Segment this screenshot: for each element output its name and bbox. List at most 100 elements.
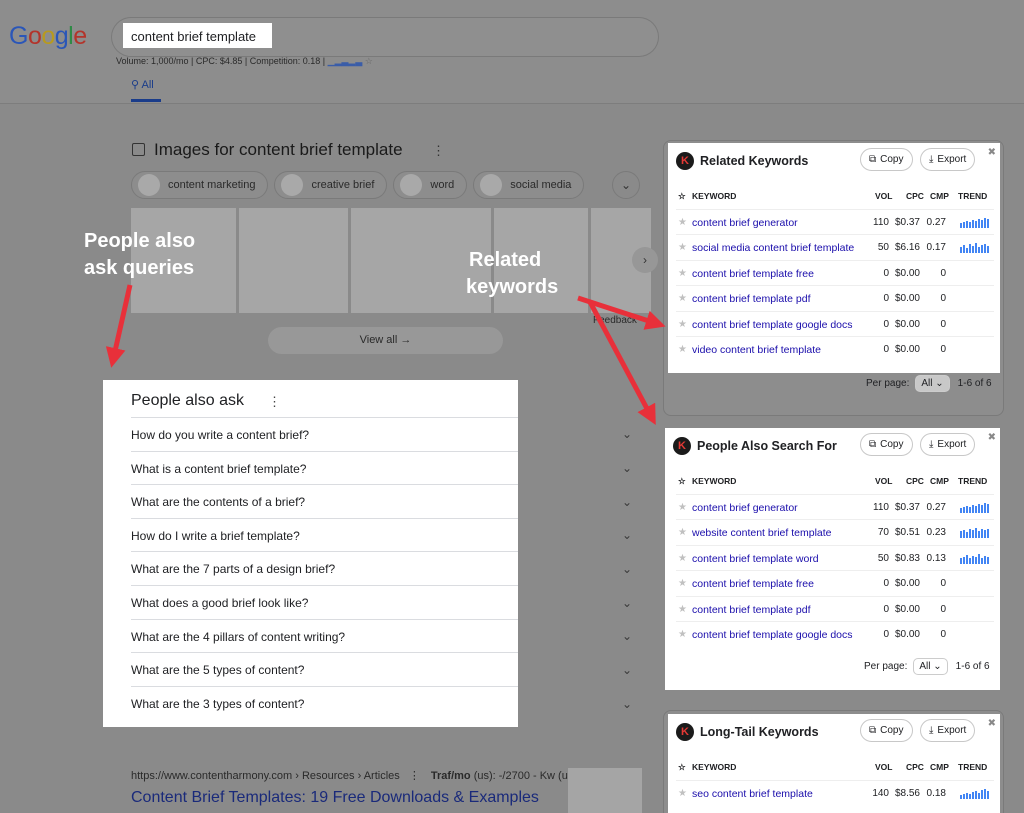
chevron-down-icon[interactable]: ⌄: [622, 596, 632, 610]
paa-question[interactable]: What does a good brief look like?: [131, 584, 518, 619]
copy-button[interactable]: ⧉ Copy: [860, 148, 913, 171]
chevron-down-icon[interactable]: ⌄: [622, 697, 632, 711]
keyword-link[interactable]: content brief template free: [692, 268, 814, 280]
paa-question[interactable]: What are the 7 parts of a design brief?: [131, 551, 518, 585]
export-button[interactable]: ⤓ Export: [920, 433, 976, 456]
keyword-cpc: $0.00: [894, 267, 920, 279]
annotation-line: keywords: [466, 276, 559, 298]
chevron-down-icon[interactable]: ⌄: [622, 528, 632, 542]
keyword-link[interactable]: social media content brief template: [692, 242, 854, 254]
per-page-label: Per page:: [864, 661, 908, 672]
keyword-link[interactable]: video content brief template: [692, 344, 821, 356]
keyword-link[interactable]: seo content brief template: [692, 788, 813, 800]
star-icon[interactable]: ★: [678, 242, 687, 253]
keyword-link[interactable]: content brief generator: [692, 502, 798, 514]
paa-question[interactable]: What are the 4 pillars of content writin…: [131, 618, 518, 653]
paa-question[interactable]: How do you write a content brief?: [131, 417, 518, 451]
chip-social-media[interactable]: social media: [473, 171, 585, 199]
google-logo[interactable]: Google: [9, 22, 87, 51]
keyword-link[interactable]: content brief generator: [692, 217, 798, 229]
images-more-icon[interactable]: ⋮: [432, 143, 445, 159]
star-icon[interactable]: ★: [678, 553, 687, 564]
result-more-icon[interactable]: ⋮: [409, 770, 420, 782]
chip-content-marketing[interactable]: content marketing: [131, 171, 269, 199]
keyword-cmp: 0.13: [926, 552, 946, 564]
star-icon[interactable]: ★: [678, 293, 687, 304]
trend-bar: [987, 504, 989, 513]
trend-chart: [960, 320, 990, 330]
copy-button[interactable]: ⧉ Copy: [860, 433, 913, 456]
trend-bar: [978, 247, 980, 254]
image-icon: [132, 143, 145, 156]
result-thumbnail[interactable]: [568, 768, 642, 813]
keyword-link[interactable]: content brief template google docs: [692, 629, 853, 641]
per-page-select[interactable]: All ⌄: [915, 375, 950, 392]
trend-bar: [966, 506, 968, 513]
tab-all[interactable]: ⚲ All: [131, 78, 154, 91]
keyword-cpc: $0.00: [894, 318, 920, 330]
chips-chevron-down-icon[interactable]: ⌄: [612, 171, 640, 199]
pagination: Per page: All ⌄ 1-6 of 6: [866, 375, 992, 392]
chevron-down-icon[interactable]: ⌄: [622, 663, 632, 677]
star-icon[interactable]: ★: [678, 502, 687, 513]
keyword-volume: 140: [872, 788, 889, 799]
chevron-down-icon: ⌄: [933, 661, 942, 672]
close-icon[interactable]: ✖: [988, 718, 996, 729]
keyword-link[interactable]: content brief template google docs: [692, 319, 853, 331]
keyword-link[interactable]: content brief template word: [692, 553, 819, 565]
annotation-line: ask queries: [84, 257, 195, 279]
copy-button[interactable]: ⧉ Copy: [860, 719, 913, 742]
star-icon[interactable]: ★: [678, 578, 687, 589]
keyword-link[interactable]: content brief template pdf: [692, 604, 811, 616]
result-title-link[interactable]: Content Brief Templates: 19 Free Downloa…: [131, 789, 539, 807]
star-icon[interactable]: ★: [678, 268, 687, 279]
chevron-down-icon[interactable]: ⌄: [622, 461, 632, 475]
paa-question[interactable]: What are the 5 types of content?: [131, 652, 518, 686]
keyword-link[interactable]: website content brief template: [692, 527, 832, 539]
chevron-down-icon[interactable]: ⌄: [622, 495, 632, 509]
paa-question[interactable]: What are the 3 types of content?: [131, 685, 518, 720]
star-icon[interactable]: ★: [678, 527, 687, 538]
copy-icon: ⧉: [869, 725, 877, 736]
chip-word[interactable]: word: [393, 171, 468, 199]
image-thumbnail[interactable]: [238, 208, 349, 313]
keyword-link[interactable]: content brief template pdf: [692, 293, 811, 305]
star-icon[interactable]: ☆: [365, 56, 373, 66]
star-icon[interactable]: ★: [678, 604, 687, 615]
star-icon[interactable]: ★: [678, 629, 687, 640]
col-trend: TREND: [958, 762, 988, 772]
trend-bar: [960, 531, 962, 539]
col-keyword: KEYWORD: [692, 476, 737, 486]
close-icon[interactable]: ✖: [988, 147, 996, 158]
chevron-down-icon[interactable]: ⌄: [622, 562, 632, 576]
star-icon[interactable]: ★: [678, 319, 687, 330]
keyword-cpc: $8.56: [894, 788, 920, 799]
paa-question[interactable]: How do I write a brief template?: [131, 517, 518, 552]
chip-thumbnail: [480, 174, 503, 196]
paa-question[interactable]: What is a content brief template?: [131, 450, 518, 485]
paa-more-icon[interactable]: ⋮: [268, 394, 281, 410]
trend-bar: [960, 247, 962, 254]
feedback-link[interactable]: Feedback: [593, 315, 637, 326]
star-icon[interactable]: ★: [678, 344, 687, 355]
panel-title: People Also Search For: [697, 439, 837, 453]
star-icon[interactable]: ★: [678, 788, 687, 799]
export-button[interactable]: ⤓ Export: [920, 148, 976, 171]
chip-thumbnail: [281, 174, 304, 196]
chip-creative-brief[interactable]: creative brief: [274, 171, 388, 199]
tab-active-indicator: [131, 99, 161, 102]
chevron-down-icon[interactable]: ⌄: [622, 427, 632, 441]
paa-question[interactable]: What are the contents of a brief?: [131, 484, 518, 518]
per-page-select[interactable]: All ⌄: [913, 658, 948, 675]
trend-bar: [981, 557, 983, 564]
export-button[interactable]: ⤓ Export: [920, 719, 976, 742]
star-icon[interactable]: ★: [678, 217, 687, 228]
close-icon[interactable]: ✖: [988, 432, 996, 443]
chevron-down-icon[interactable]: ⌄: [622, 629, 632, 643]
search-query[interactable]: content brief template: [123, 23, 272, 48]
view-all-button[interactable]: View all →: [268, 327, 503, 354]
annotation-line: Related: [469, 249, 542, 271]
carousel-next-icon[interactable]: ›: [632, 247, 658, 273]
keyword-link[interactable]: content brief template free: [692, 578, 814, 590]
trend-bar: [963, 507, 965, 513]
